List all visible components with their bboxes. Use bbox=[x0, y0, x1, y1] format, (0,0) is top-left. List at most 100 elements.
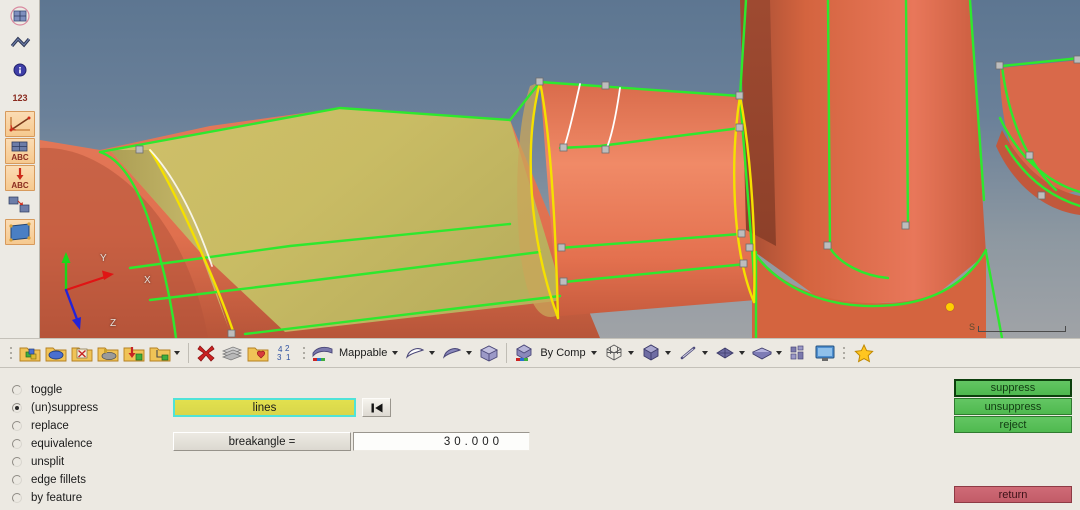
radio-indicator bbox=[12, 403, 22, 413]
scale-bar-label: S bbox=[968, 322, 975, 332]
radio-indicator bbox=[12, 475, 22, 485]
radio-label: (un)suppress bbox=[31, 402, 99, 414]
return-button[interactable]: return bbox=[954, 486, 1072, 503]
line-element-chevron-down-icon[interactable] bbox=[701, 351, 708, 355]
radio-label: replace bbox=[31, 420, 69, 432]
scale-bar-ruler bbox=[978, 326, 1066, 332]
svg-text:3: 3 bbox=[277, 353, 282, 362]
surface-edit-icon[interactable] bbox=[4, 219, 35, 245]
radio-unsuppress[interactable]: (un)suppress bbox=[12, 399, 172, 417]
radio-unsplit[interactable]: unsplit bbox=[12, 453, 172, 471]
organize-icon[interactable] bbox=[147, 340, 173, 366]
assembly-icon[interactable] bbox=[245, 340, 271, 366]
radio-equivalence[interactable]: equivalence bbox=[12, 435, 172, 453]
radio-label: edge fillets bbox=[31, 474, 86, 486]
shell-element-icon[interactable] bbox=[712, 340, 738, 366]
toolbar-separator-2 bbox=[506, 343, 508, 363]
radio-indicator bbox=[12, 439, 22, 449]
radio-replace[interactable]: replace bbox=[12, 417, 172, 435]
radio-label: toggle bbox=[31, 384, 63, 396]
wireframe-cube-icon[interactable] bbox=[601, 340, 627, 366]
mesh-layout-icon[interactable] bbox=[786, 340, 812, 366]
organize-chevron-down-icon[interactable] bbox=[174, 351, 180, 355]
radio-indicator bbox=[12, 457, 22, 467]
mesh-circle-icon[interactable] bbox=[5, 3, 35, 29]
action-button-group: suppress unsuppress reject bbox=[954, 379, 1072, 434]
radio-label: unsplit bbox=[31, 456, 65, 468]
solid-element-chevron-down-icon[interactable] bbox=[775, 351, 782, 355]
surface-mesh-line-icon[interactable] bbox=[439, 340, 465, 366]
import-solver-deck-icon[interactable] bbox=[121, 340, 147, 366]
mappable-display-icon[interactable] bbox=[310, 340, 336, 366]
radio-toggle[interactable]: toggle bbox=[12, 381, 172, 399]
info-node-icon[interactable] bbox=[5, 57, 35, 83]
toolbar-grip-3[interactable] bbox=[841, 342, 848, 364]
shell-element-chevron-down-icon[interactable] bbox=[738, 351, 745, 355]
favorites-star-icon[interactable] bbox=[851, 340, 877, 366]
cad-model-render bbox=[40, 0, 1080, 338]
screen-display-icon[interactable] bbox=[812, 340, 838, 366]
breakangle-value-field[interactable]: 30.000 bbox=[353, 432, 530, 451]
shaded-cube-icon[interactable] bbox=[638, 340, 664, 366]
by-comp-label: By Comp bbox=[540, 347, 586, 359]
breakangle-row: breakangle = 30.000 bbox=[173, 432, 530, 451]
component-table-icon[interactable] bbox=[219, 340, 245, 366]
mask-icon[interactable] bbox=[95, 340, 121, 366]
surface-shade-icon[interactable] bbox=[402, 340, 428, 366]
by-comp-dropdown[interactable]: By Comp bbox=[511, 340, 600, 366]
delete-entity-icon[interactable] bbox=[193, 340, 219, 366]
rewind-to-start-icon bbox=[371, 403, 382, 412]
svg-text:123: 123 bbox=[12, 93, 27, 103]
shaded-cube-chevron-down-icon[interactable] bbox=[664, 351, 671, 355]
mappable-dropdown[interactable]: Mappable bbox=[310, 340, 402, 366]
axis-label-x: X bbox=[144, 275, 151, 286]
svg-text:ABC: ABC bbox=[11, 153, 29, 162]
mode-radio-group: toggle (un)suppress replace equivalence … bbox=[12, 381, 172, 507]
radio-edge-fillets[interactable]: edge fillets bbox=[12, 471, 172, 489]
surface-mesh-chevron-down-icon[interactable] bbox=[466, 351, 473, 355]
line-element-icon[interactable] bbox=[675, 340, 701, 366]
surface-shade-chevron-down-icon[interactable] bbox=[429, 351, 436, 355]
mappable-chevron-down-icon[interactable] bbox=[392, 351, 399, 355]
mesh-transform-icon[interactable] bbox=[5, 192, 35, 218]
svg-text:1: 1 bbox=[286, 353, 291, 362]
main-toolbar: 4 2 3 1 Mappable By Comp bbox=[0, 338, 1080, 368]
arrow-annotation-abc-icon[interactable]: ABC bbox=[4, 165, 35, 191]
mappable-label: Mappable bbox=[339, 347, 388, 359]
radio-indicator bbox=[12, 493, 22, 503]
svg-text:2: 2 bbox=[285, 344, 290, 353]
suppress-panel: toggle (un)suppress replace equivalence … bbox=[0, 368, 1080, 510]
radio-by-feature[interactable]: by feature bbox=[12, 489, 172, 507]
axis-label-y: Y bbox=[100, 253, 107, 264]
import-geometry-icon[interactable] bbox=[17, 340, 43, 366]
toolbar-separator-1 bbox=[188, 343, 189, 363]
svg-text:ABC: ABC bbox=[11, 181, 29, 189]
delete-panel-icon[interactable] bbox=[69, 340, 95, 366]
selected-point-marker bbox=[946, 303, 954, 311]
solid-shaded-icon[interactable] bbox=[476, 340, 502, 366]
breakangle-label-button[interactable]: breakangle = bbox=[173, 432, 351, 451]
numbers-123-icon[interactable]: 123 bbox=[5, 84, 35, 110]
toolbar-grip-2[interactable] bbox=[300, 342, 307, 364]
solid-element-icon[interactable] bbox=[749, 340, 775, 366]
3d-viewport[interactable]: Y X Z S bbox=[40, 0, 1080, 338]
export-geometry-icon[interactable] bbox=[43, 340, 69, 366]
left-vertical-toolbar: 123 ABC ABC bbox=[0, 0, 40, 338]
angle-measure-icon[interactable] bbox=[4, 111, 35, 137]
renumber-icon[interactable]: 4 2 3 1 bbox=[271, 340, 297, 366]
mesh-lines-icon[interactable] bbox=[5, 30, 35, 56]
reset-selection-button[interactable] bbox=[362, 398, 391, 417]
text-annotation-abc-icon[interactable]: ABC bbox=[4, 138, 35, 164]
application-window: 123 ABC ABC Y X Z S 4 2 3 1 Mappable By … bbox=[0, 0, 1080, 510]
lines-selector-button[interactable]: lines bbox=[173, 398, 356, 417]
suppress-button[interactable]: suppress bbox=[954, 379, 1072, 397]
wireframe-cube-chevron-down-icon[interactable] bbox=[627, 351, 634, 355]
toolbar-grip[interactable] bbox=[7, 342, 14, 364]
by-comp-chevron-down-icon[interactable] bbox=[590, 351, 597, 355]
scale-bar: S bbox=[969, 323, 1066, 332]
unsuppress-button[interactable]: unsuppress bbox=[954, 398, 1072, 415]
by-comp-color-icon[interactable] bbox=[511, 340, 537, 366]
reject-button[interactable]: reject bbox=[954, 416, 1072, 433]
entity-selector-row: lines bbox=[173, 398, 391, 417]
radio-indicator bbox=[12, 421, 22, 431]
